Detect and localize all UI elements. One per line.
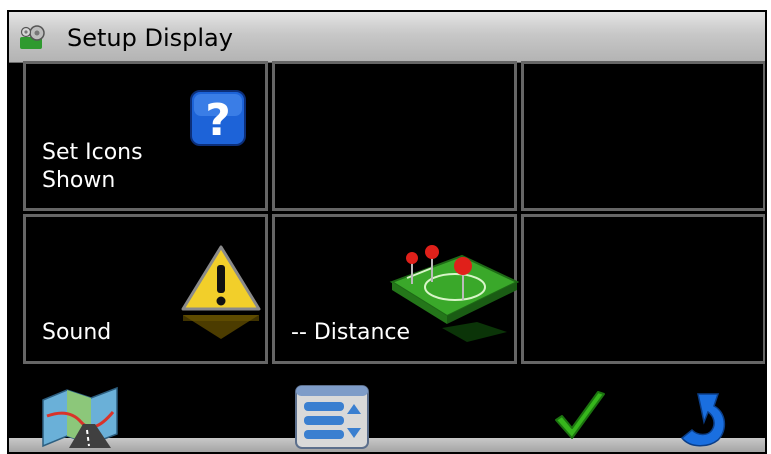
tile-label-line2: Shown [42,168,116,193]
title-bar: Setup Display [9,12,765,63]
toolbar-floor [9,438,765,452]
map-icon[interactable] [39,386,121,450]
list-menu-icon[interactable] [294,384,370,450]
help-question-icon: ? [190,90,246,146]
setup-display-window: Setup Display ? Set Icons Shown Sound --… [7,10,767,454]
back-arrow-icon[interactable] [674,390,732,450]
tile-empty-1 [272,61,517,211]
tile-empty-2 [521,61,765,211]
checkmark-icon[interactable] [552,390,608,446]
settings-app-icon [20,25,45,49]
page-title: Setup Display [67,24,233,52]
tile-label-line1: Set Icons [42,140,143,165]
tile-sound[interactable]: Sound [23,214,268,364]
warning-triangle-icon [181,245,261,339]
tile-empty-3 [521,214,765,364]
tile-set-icons-shown[interactable]: ? Set Icons Shown [23,61,268,211]
svg-text:?: ? [205,95,231,146]
bottom-toolbar [9,380,765,452]
tile-label: Sound [42,320,112,345]
tile-distance[interactable]: -- Distance [272,214,520,364]
tile-label: Set Icons Shown [42,139,143,195]
tile-label: -- Distance [291,320,411,345]
